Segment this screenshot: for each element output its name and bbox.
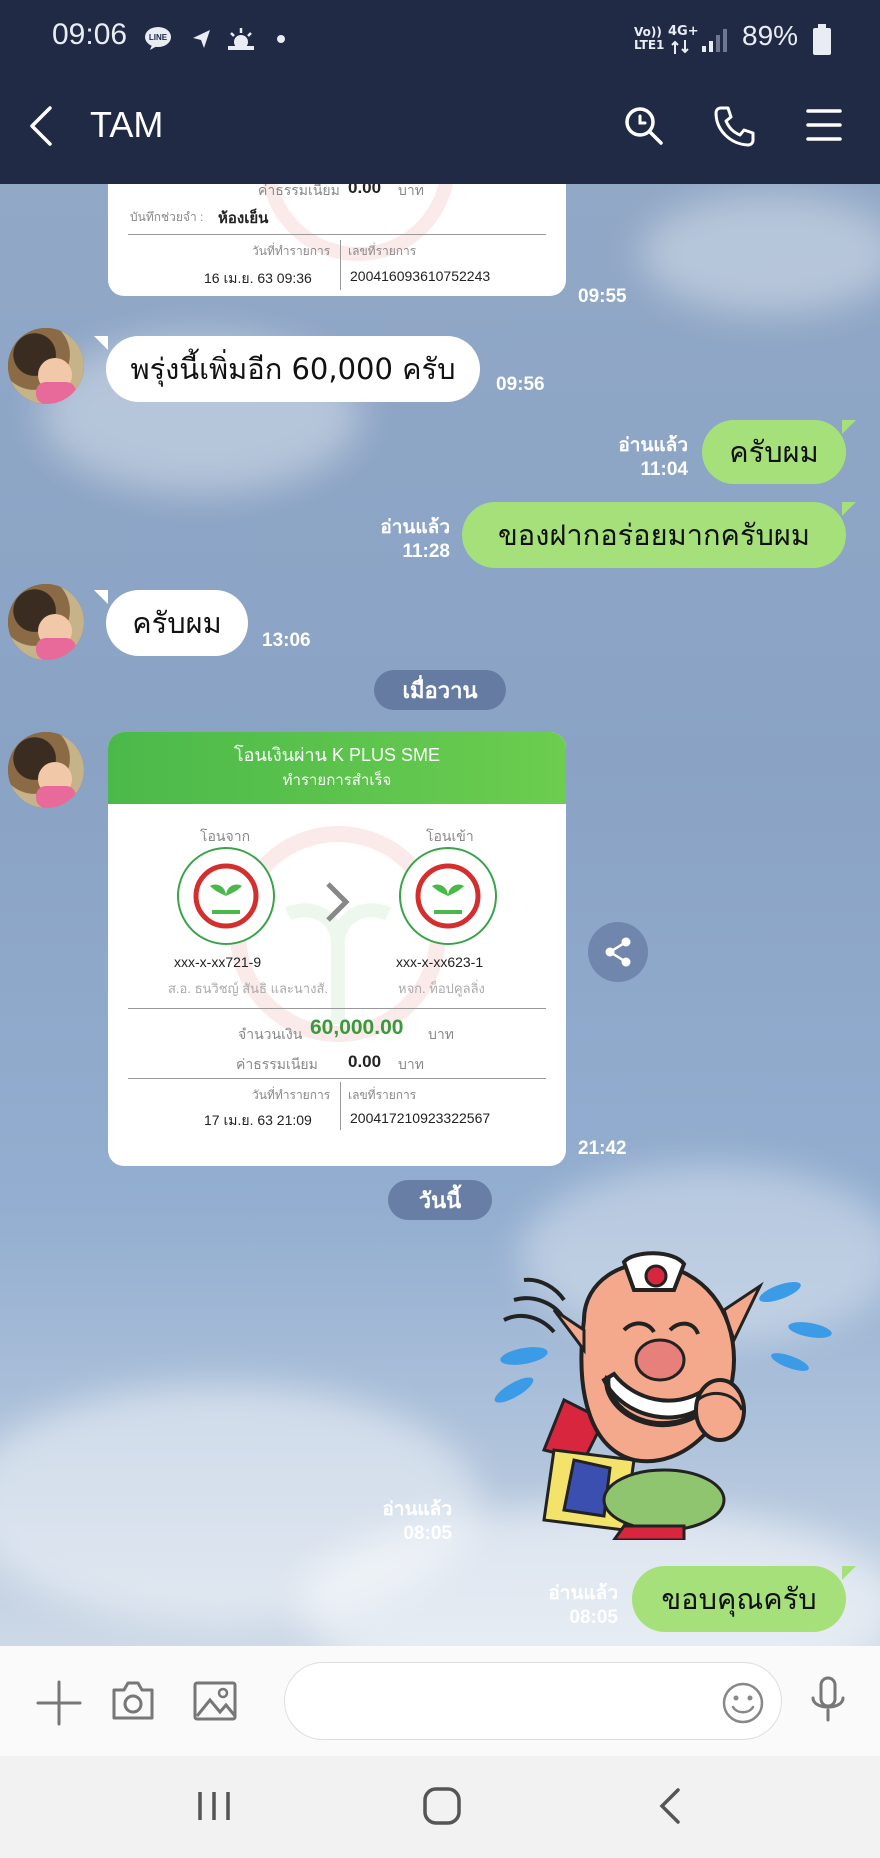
chevron-right-icon <box>326 882 350 922</box>
search-icon[interactable] <box>622 104 666 148</box>
line-app-icon: LINE <box>145 27 171 50</box>
slip-status: ทำรายการสำเร็จ <box>282 771 392 789</box>
data-arrows-icon <box>671 40 689 54</box>
message-text: พรุ่งนี้เพิ่มอีก 60,000 ครับ <box>130 352 456 386</box>
from-account: xxx-x-xx721-9 <box>174 954 262 970</box>
message-input-bar <box>0 1646 880 1756</box>
ref-value: 200416093610752243 <box>350 268 491 284</box>
outgoing-message[interactable]: ครับผม <box>702 420 846 484</box>
back-icon[interactable] <box>656 1786 686 1826</box>
date-divider: เมื่อวาน <box>374 670 506 710</box>
ref-value: 200417210923322567 <box>350 1110 491 1126</box>
fee-value: 0.00 <box>348 184 382 197</box>
message-text: ครับผม <box>132 606 222 640</box>
contact-avatar[interactable] <box>8 328 84 404</box>
microphone-icon[interactable] <box>808 1676 848 1726</box>
ref-label: เลขที่รายการ <box>348 1088 417 1102</box>
outgoing-message[interactable]: ขอบคุณครับ <box>632 1566 846 1632</box>
message-text: ครับผม <box>729 435 819 469</box>
to-name: หจก. ท็อปคูลลิ่ง <box>398 981 485 996</box>
message-text: ของฝากอร่อยมากครับผม <box>497 518 811 552</box>
system-nav-bar <box>0 1756 880 1858</box>
chat-title[interactable]: TAM <box>90 104 163 146</box>
fee-label: ค่าธรรมเนียม <box>236 1056 318 1072</box>
amount-label: จำนวนเงิน <box>238 1026 303 1042</box>
signal-icon <box>702 29 727 52</box>
transfer-slip-image[interactable]: โอนเงินผ่าน K PLUS SME ทำรายการสำเร็จ โอ… <box>108 732 566 1166</box>
camera-icon[interactable] <box>110 1678 156 1724</box>
kbank-logo-icon <box>399 847 497 945</box>
fee-value: 0.00 <box>348 1052 382 1071</box>
read-receipt: อ่านแล้ว 08:05 <box>382 1499 452 1544</box>
weather-icon <box>228 28 254 50</box>
phone-icon[interactable] <box>712 104 756 148</box>
plus-icon[interactable] <box>36 1680 82 1726</box>
fee-unit: บาท <box>398 184 424 198</box>
contact-avatar[interactable] <box>8 732 84 808</box>
read-receipt: อ่านแล้ว 08:05 <box>548 1583 618 1628</box>
fee-label: ค่าธรรมเนียม <box>258 184 340 198</box>
chat-area[interactable]: ค่าธรรมเนียม 0.00 บาท บันทึกช่วยจำ : ห้อ… <box>0 184 880 1646</box>
back-arrow-icon[interactable] <box>26 104 58 148</box>
incoming-message[interactable]: ครับผม <box>106 590 248 656</box>
outgoing-message[interactable]: ของฝากอร่อยมากครับผม <box>462 502 846 568</box>
recents-icon[interactable] <box>196 1788 232 1824</box>
navigation-icon <box>193 30 210 48</box>
chat-header: TAM <box>0 68 880 184</box>
contact-avatar[interactable] <box>8 584 84 660</box>
image-icon[interactable] <box>192 1678 238 1724</box>
battery-percent: 89% <box>742 20 799 51</box>
status-time: 09:06 <box>52 18 128 51</box>
to-account: xxx-x-xx623-1 <box>396 954 484 970</box>
amount-value: 60,000.00 <box>310 1016 404 1039</box>
memo-value: ห้องเย็น <box>218 210 269 227</box>
menu-icon[interactable] <box>806 108 842 142</box>
fee-unit: บาท <box>398 1056 424 1072</box>
message-time: 21:42 <box>578 1138 627 1159</box>
message-text: ขอบคุณครับ <box>661 1582 817 1616</box>
date-label: วันที่ทำรายการ <box>252 244 331 258</box>
share-icon[interactable] <box>588 922 648 982</box>
sticker-image[interactable] <box>484 1250 840 1540</box>
dot-icon <box>277 35 285 43</box>
message-input[interactable] <box>284 1662 782 1740</box>
date-value: 17 เม.ย. 63 21:09 <box>204 1112 312 1128</box>
incoming-message[interactable]: พรุ่งนี้เพิ่มอีก 60,000 ครับ <box>106 336 480 402</box>
message-time: 09:56 <box>496 374 545 395</box>
message-time: 13:06 <box>262 630 311 651</box>
to-label: โอนเข้า <box>426 828 474 844</box>
ref-label: เลขที่รายการ <box>348 244 417 258</box>
read-receipt: อ่านแล้ว 11:28 <box>380 517 450 562</box>
transfer-slip-image[interactable]: ค่าธรรมเนียม 0.00 บาท บันทึกช่วยจำ : ห้อ… <box>108 184 566 296</box>
network-label: 4G+ <box>668 24 699 39</box>
kbank-logo-icon <box>177 847 275 945</box>
amount-unit: บาท <box>428 1026 454 1042</box>
memo-label: บันทึกช่วยจำ : <box>130 210 204 224</box>
from-label: โอนจาก <box>200 828 251 844</box>
date-label: วันที่ทำรายการ <box>252 1088 331 1102</box>
from-name: ส.อ. ธนวิชญ์ สันธิ และนางสั... <box>168 981 328 996</box>
slip-title: โอนเงินผ่าน K PLUS SME <box>233 745 441 765</box>
battery-icon <box>813 24 831 55</box>
svg-text:LINE: LINE <box>149 33 168 42</box>
message-time: 09:55 <box>578 286 627 307</box>
emoji-icon[interactable] <box>721 1681 765 1725</box>
home-icon[interactable] <box>422 1786 462 1826</box>
date-value: 16 เม.ย. 63 09:36 <box>204 270 312 286</box>
date-divider: วันนี้ <box>388 1180 492 1220</box>
read-receipt: อ่านแล้ว 11:04 <box>618 435 688 480</box>
status-bar: 09:06 LINE Vo)) LTE1 4G+ 89% <box>0 0 880 68</box>
slip-header: โอนเงินผ่าน K PLUS SME ทำรายการสำเร็จ <box>108 732 566 804</box>
